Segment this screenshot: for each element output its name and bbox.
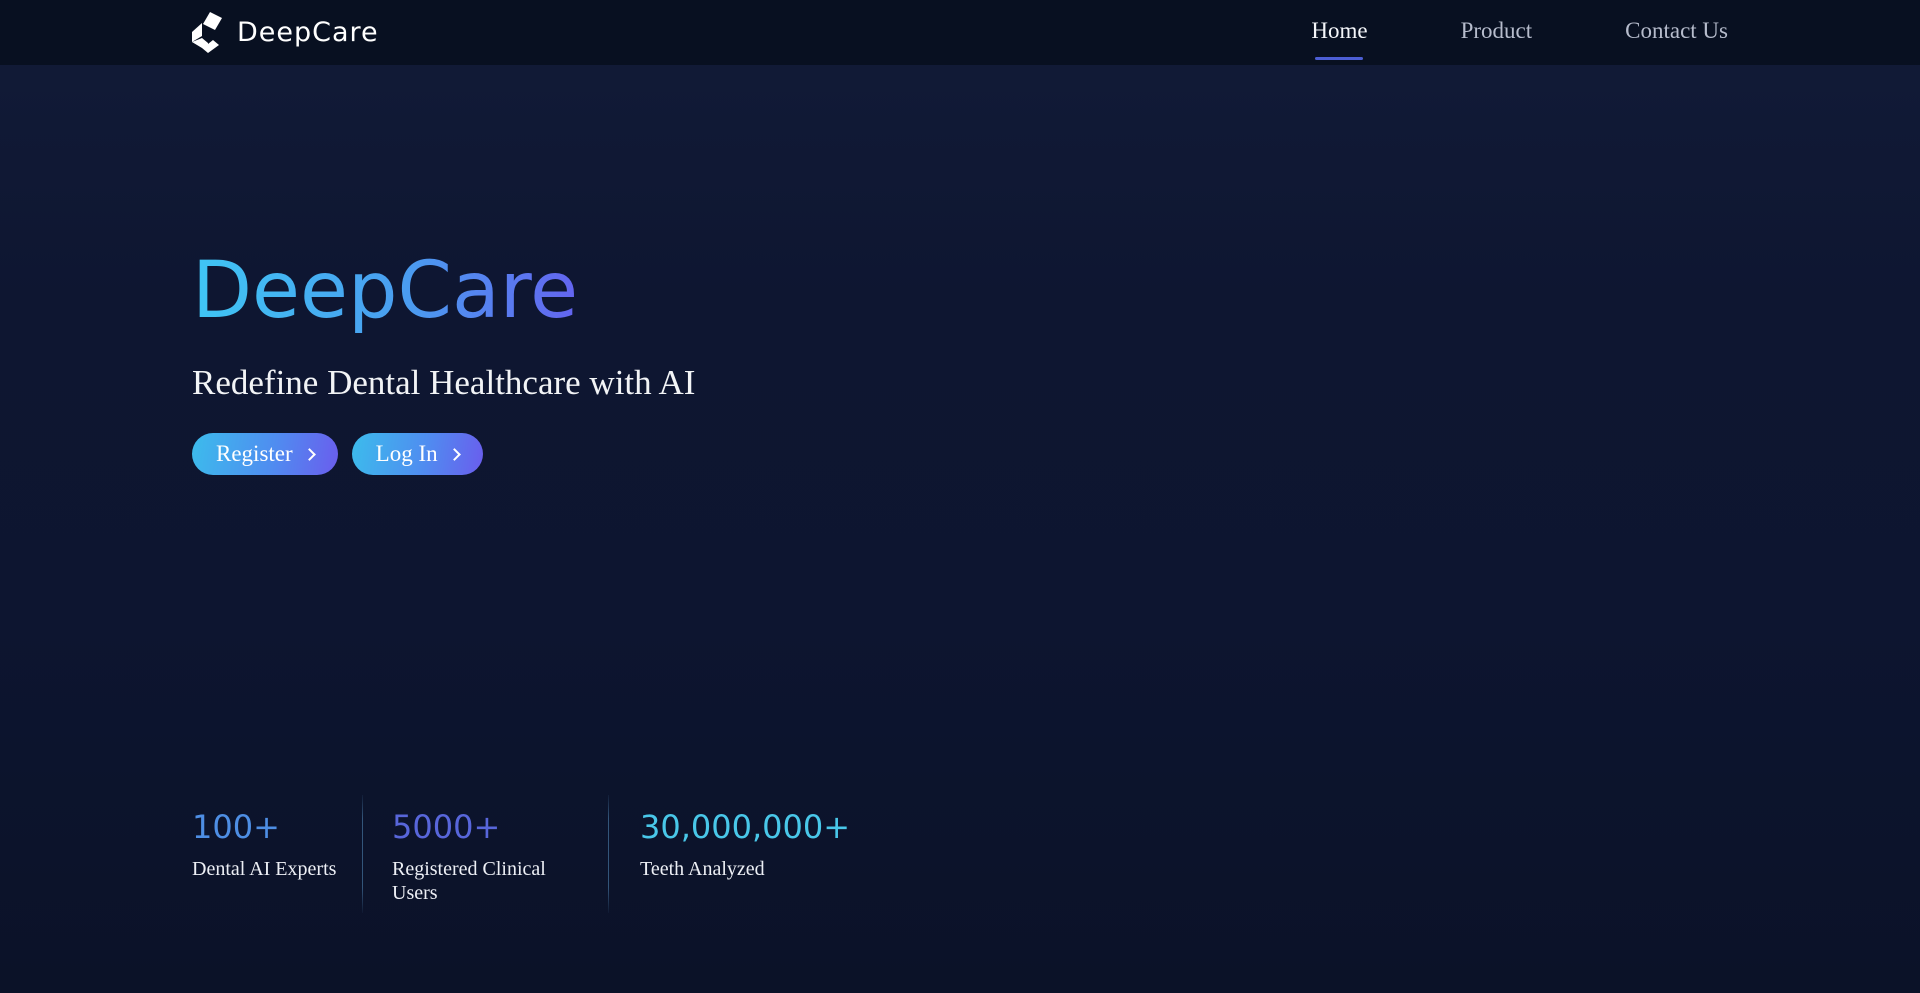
register-button-label: Register	[216, 440, 293, 466]
chevron-right-icon	[302, 448, 316, 461]
stats-divider	[362, 795, 363, 913]
brand-logo[interactable]: DeepCare	[188, 11, 379, 54]
hero-section: DeepCare Redefine Dental Healthcare with…	[0, 65, 1920, 475]
login-button[interactable]: Log In	[351, 432, 483, 475]
stat-value: 100+	[192, 808, 280, 846]
stats-divider	[608, 795, 609, 913]
stats-section: 100+ Dental AI Experts 5000+ Registered …	[0, 795, 1920, 913]
stat-value: 5000+	[392, 808, 501, 846]
stat-label: Dental AI Experts	[192, 857, 337, 880]
nav-link-product[interactable]: Product	[1461, 12, 1533, 54]
hero-buttons: Register Log In	[192, 432, 1920, 475]
stat-label: Teeth Analyzed	[640, 857, 765, 880]
hero-title: DeepCare	[192, 246, 579, 336]
nav-links: Home Product Contact Us	[1311, 12, 1728, 54]
navbar: DeepCare Home Product Contact Us	[0, 0, 1920, 65]
register-button[interactable]: Register	[192, 432, 338, 475]
hero-subtitle: Redefine Dental Healthcare with AI	[192, 362, 696, 402]
nav-link-contact-us[interactable]: Contact Us	[1625, 12, 1728, 54]
login-button-label: Log In	[375, 440, 438, 466]
stat-dental-ai-experts: 100+ Dental AI Experts	[192, 808, 337, 881]
brand-name: DeepCare	[237, 17, 379, 48]
stat-registered-clinical-users: 5000+ Registered Clinical Users	[392, 808, 552, 905]
chevron-right-icon	[447, 448, 461, 461]
nav-link-home[interactable]: Home	[1311, 12, 1367, 54]
stat-value: 30,000,000+	[640, 808, 851, 846]
stat-label: Registered Clinical Users	[392, 857, 546, 904]
deepcare-logo-icon	[188, 11, 228, 54]
stat-teeth-analyzed: 30,000,000+ Teeth Analyzed	[640, 808, 851, 881]
